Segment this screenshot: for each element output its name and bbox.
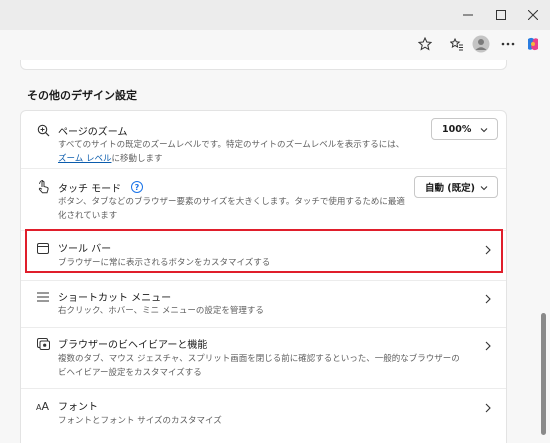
touch-mode-title: タッチ モード xyxy=(58,184,122,195)
browser-behavior-desc-line1: 複数のタブ、マウス ジェスチャ、スプリット画面を閉じる前に確認するといった、一般… xyxy=(58,354,460,364)
profile-avatar-icon[interactable] xyxy=(470,33,492,55)
favorites-list-icon[interactable] xyxy=(446,33,468,55)
more-options-icon[interactable] xyxy=(497,33,519,55)
previous-card-edge xyxy=(20,60,507,70)
context-menu-row[interactable]: ショートカット メニュー 右クリック、ホバー、ミニ メニューの設定を管理する xyxy=(21,281,506,327)
toolbar-title: ツール バー xyxy=(58,244,112,255)
page-zoom-desc-line1: すべてのサイトの既定のズームレベルです。特定のサイトのズームレベルを表示するには… xyxy=(58,140,405,150)
section-title: その他のデザイン設定 xyxy=(27,89,137,102)
page-zoom-description: すべてのサイトの既定のズームレベルです。特定のサイトのズームレベルを表示するには… xyxy=(58,138,404,166)
menu-lines-icon xyxy=(35,289,51,305)
title-bar xyxy=(0,0,550,30)
context-menu-title: ショートカット メニュー xyxy=(58,293,172,304)
touch-hand-icon xyxy=(35,179,51,195)
copilot-icon[interactable] xyxy=(522,33,544,55)
chevron-down-icon xyxy=(480,186,488,191)
close-button[interactable] xyxy=(515,0,550,30)
design-settings-card: ページのズーム すべてのサイトの既定のズームレベルです。特定のサイトのズームレベ… xyxy=(20,110,507,443)
touch-mode-desc-line1: ボタン、タブなどのブラウザー要素のサイズを大きくします。タッチで使用するために最… xyxy=(58,197,405,207)
browser-behavior-desc-line2: ビヘイビアー設定をカスタマイズする xyxy=(58,368,202,378)
page-zoom-row: ページのズーム すべてのサイトの既定のズームレベルです。特定のサイトのズームレベ… xyxy=(21,111,506,168)
browser-behavior-row[interactable]: ブラウザーのビヘイビアーと機能 複数のタブ、マウス ジェスチャ、スプリット画面を… xyxy=(21,328,506,388)
chevron-right-icon xyxy=(481,243,495,257)
context-menu-description: 右クリック、ホバー、ミニ メニューの設定を管理する xyxy=(58,306,264,316)
page-zoom-desc-suffix: に移動します xyxy=(111,154,163,164)
browser-behavior-description: 複数のタブ、マウス ジェスチャ、スプリット画面を閉じる前に確認するといった、一般… xyxy=(58,352,460,380)
fonts-description: フォントとフォント サイズのカスタマイズ xyxy=(58,416,222,426)
chevron-right-icon xyxy=(481,292,495,306)
toolbar-window-icon xyxy=(35,240,51,256)
favorite-star-icon[interactable] xyxy=(414,33,436,55)
touch-mode-desc-line2: 化されています xyxy=(58,211,118,221)
toolbar-description: ブラウザーに常に表示されるボタンをカスタマイズする xyxy=(58,258,271,268)
maximize-button[interactable] xyxy=(483,0,519,30)
chevron-right-icon xyxy=(481,401,495,415)
minimize-icon xyxy=(463,14,473,16)
chevron-right-icon xyxy=(481,339,495,353)
touch-mode-value: 自動 (既定) xyxy=(425,183,475,194)
fonts-row[interactable]: AA フォント フォントとフォント サイズのカスタマイズ xyxy=(21,389,506,439)
zoom-level-select[interactable]: 100% xyxy=(431,118,498,140)
chevron-down-icon xyxy=(480,128,488,133)
svg-text:A: A xyxy=(41,400,49,411)
zoom-level-value: 100% xyxy=(442,123,472,135)
browser-toolbar xyxy=(0,30,550,89)
scrollbar-thumb[interactable] xyxy=(541,313,546,435)
page-zoom-title: ページのズーム xyxy=(58,127,128,138)
close-icon xyxy=(528,10,538,20)
zoom-in-icon xyxy=(35,122,51,138)
page-zoom-desc-line2: ズーム レベルに移動します xyxy=(58,152,404,166)
font-aa-icon: AA xyxy=(35,397,51,413)
touch-mode-select[interactable]: 自動 (既定) xyxy=(414,176,498,198)
settings-content: その他のデザイン設定 ページのズーム すべてのサイトの既定のズームレベルです。特… xyxy=(0,60,550,443)
browser-feature-icon xyxy=(35,336,51,352)
toolbar-row[interactable]: ツール バー ブラウザーに常に表示されるボタンをカスタマイズする xyxy=(21,231,506,280)
fonts-title: フォント xyxy=(58,402,98,413)
minimize-button[interactable] xyxy=(450,0,486,30)
help-icon[interactable]: ? xyxy=(131,181,143,193)
browser-behavior-title: ブラウザーのビヘイビアーと機能 xyxy=(58,340,208,351)
zoom-level-link[interactable]: ズーム レベル xyxy=(58,154,111,164)
touch-mode-row: タッチ モード ? ボタン、タブなどのブラウザー要素のサイズを大きくします。タッ… xyxy=(21,169,506,230)
maximize-icon xyxy=(496,10,506,20)
touch-mode-description: ボタン、タブなどのブラウザー要素のサイズを大きくします。タッチで使用するために最… xyxy=(58,195,405,223)
